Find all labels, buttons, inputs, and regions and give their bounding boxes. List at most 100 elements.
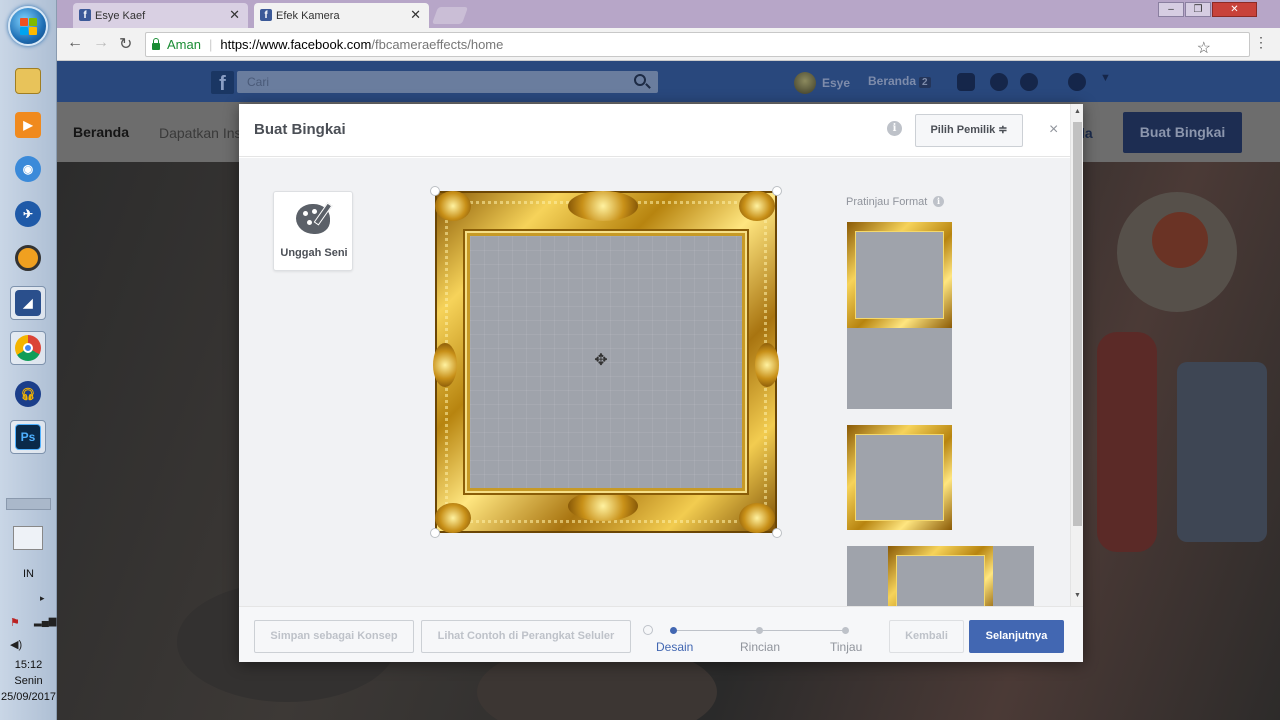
step-dot-review[interactable] [842, 627, 849, 634]
explorer-icon[interactable] [10, 64, 46, 98]
loading-spinner-icon [643, 625, 653, 635]
volume-icon[interactable]: ◀) [10, 638, 22, 651]
help-icon[interactable] [1068, 73, 1086, 91]
move-cursor-icon[interactable]: ✥ [592, 352, 610, 370]
step-label-review[interactable]: Tinjau [830, 640, 862, 654]
windows-taskbar: ▶ ◉ ✈ ◢ 🎧︎ Ps IN ▸ ⚑ ▂▄▆ ◀) 15:12 Senin … [0, 0, 57, 720]
back-arrow-icon[interactable]: ← [67, 34, 83, 52]
scrollbar-thumb[interactable] [1073, 122, 1082, 526]
maximize-button[interactable]: ❐ [1185, 2, 1211, 17]
chrome-menu-icon[interactable]: ⋮ [1254, 34, 1268, 51]
scroll-up-icon[interactable]: ▲ [1074, 108, 1081, 115]
account-menu-chevron-icon[interactable]: ▼ [1100, 72, 1111, 84]
address-bar[interactable]: Aman | https://www.facebook.com/fbcamera… [145, 32, 1250, 57]
clock-day[interactable]: Senin [0, 675, 57, 687]
vpn-app-icon[interactable]: ◢ [10, 286, 46, 320]
progress-steps: Desain Rincian Tinjau [643, 625, 863, 655]
window-close-button[interactable]: ✕ [1212, 2, 1257, 17]
info-icon[interactable]: i [887, 121, 902, 136]
resize-handle[interactable] [430, 186, 440, 196]
new-tab-button[interactable] [431, 7, 469, 24]
avatar [794, 72, 816, 94]
scroll-down-icon[interactable]: ▼ [1074, 592, 1081, 599]
minimize-button[interactable]: – [1158, 2, 1184, 17]
start-button[interactable] [8, 6, 48, 46]
upload-art-button[interactable]: Unggah Seni [273, 191, 353, 271]
dialog-body: Unggah Seni ✥ Pratinjau Format i [239, 158, 1070, 606]
messenger-icon[interactable] [990, 73, 1008, 91]
close-icon[interactable]: ✕ [229, 7, 240, 23]
signal-icon[interactable]: ▂▄▆ [34, 616, 56, 627]
close-icon[interactable]: × [1049, 121, 1058, 139]
system-tray: IN ▸ ⚑ ▂▄▆ ◀) 15:12 Senin 25/09/2017 [0, 498, 57, 720]
choose-owner-button[interactable]: Pilih Pemilik ≑ [915, 114, 1023, 147]
frame-ornament [435, 503, 471, 533]
resize-handle[interactable] [772, 186, 782, 196]
facebook-favicon-icon: f [260, 9, 272, 21]
photoshop-icon[interactable]: Ps [10, 420, 46, 454]
home-count-badge: 2 [919, 77, 931, 88]
facebook-favicon-icon: f [79, 9, 91, 21]
globe-notifications-icon[interactable] [1020, 73, 1038, 91]
palette-icon [296, 204, 330, 234]
home-label: Beranda [868, 74, 917, 88]
search-input[interactable]: Cari [237, 71, 658, 93]
url-separator: | [208, 37, 213, 52]
bookmark-star-icon[interactable]: ☆ [1197, 38, 1211, 58]
create-frame-cta-button[interactable]: Buat Bingkai [1123, 112, 1242, 153]
next-button[interactable]: Selanjutnya [969, 620, 1064, 653]
tray-scroll[interactable] [6, 498, 51, 510]
frame-ornament [739, 191, 775, 221]
frame-ornament [568, 491, 638, 521]
resize-handle[interactable] [772, 528, 782, 538]
nav-home[interactable]: Beranda [73, 124, 129, 140]
language-indicator[interactable]: IN [0, 568, 57, 580]
facebook-logo-icon[interactable]: f [211, 71, 234, 95]
resize-handle[interactable] [430, 528, 440, 538]
browser-toolbar: ← → ↻ Aman | https://www.facebook.com/fb… [57, 28, 1280, 61]
frame-ornament [739, 503, 775, 533]
tablet-input-icon[interactable] [13, 526, 43, 550]
facebook-top-bar: f Cari Esye Beranda 2 ▼ [57, 61, 1280, 102]
clock-time[interactable]: 15:12 [0, 659, 57, 671]
frame-ornament [433, 343, 457, 387]
info-icon[interactable]: i [933, 196, 944, 207]
search-placeholder: Cari [247, 75, 270, 89]
action-center-icon[interactable]: ⚑ [10, 616, 20, 629]
frame-ornament [755, 343, 779, 387]
tab-esye-kaef[interactable]: f Esye Kaef ✕ [73, 3, 248, 28]
step-label-design[interactable]: Desain [656, 640, 693, 654]
back-button[interactable]: Kembali [889, 620, 964, 653]
home-link[interactable]: Beranda 2 [868, 74, 931, 88]
search-icon[interactable] [634, 74, 646, 86]
clock-date[interactable]: 25/09/2017 [0, 691, 57, 703]
audio-app-icon[interactable]: 🎧︎ [10, 377, 46, 411]
frame-canvas[interactable]: ✥ [430, 186, 782, 538]
dialog-header: Buat Bingkai i Pilih Pemilik ≑ × [239, 104, 1083, 157]
tray-expand-icon[interactable]: ▸ [40, 593, 45, 604]
close-icon[interactable]: ✕ [410, 7, 421, 23]
profile-link[interactable]: Esye [794, 72, 850, 94]
save-draft-button[interactable]: Simpan sebagai Konsep [254, 620, 414, 653]
preview-frame [847, 425, 952, 530]
preview-portrait [847, 222, 952, 409]
step-dot-details[interactable] [756, 627, 763, 634]
forward-arrow-icon[interactable]: → [93, 34, 109, 52]
orbital-app-icon[interactable]: ✈ [10, 197, 46, 231]
pressure-app-icon[interactable] [10, 241, 46, 275]
nav-get-inspired[interactable]: Dapatkan Ins [159, 125, 242, 141]
preview-frame [888, 546, 993, 606]
step-dot-design[interactable] [670, 627, 677, 634]
dialog-scrollbar[interactable]: ▲ ▼ [1070, 104, 1083, 606]
preview-frame [847, 222, 952, 328]
mobile-preview-button[interactable]: Lihat Contoh di Perangkat Seluler [421, 620, 631, 653]
secure-label: Aman [167, 37, 201, 52]
step-label-details[interactable]: Rincian [740, 640, 780, 654]
media-player-icon[interactable]: ▶ [10, 108, 46, 142]
network-app-icon[interactable]: ◉ [10, 152, 46, 186]
reload-icon[interactable]: ↻ [119, 34, 132, 54]
tab-efek-kamera[interactable]: f Efek Kamera ✕ [254, 3, 429, 28]
friends-icon[interactable] [957, 73, 975, 91]
preview-landscape [847, 546, 1034, 606]
chrome-icon[interactable] [10, 331, 46, 365]
